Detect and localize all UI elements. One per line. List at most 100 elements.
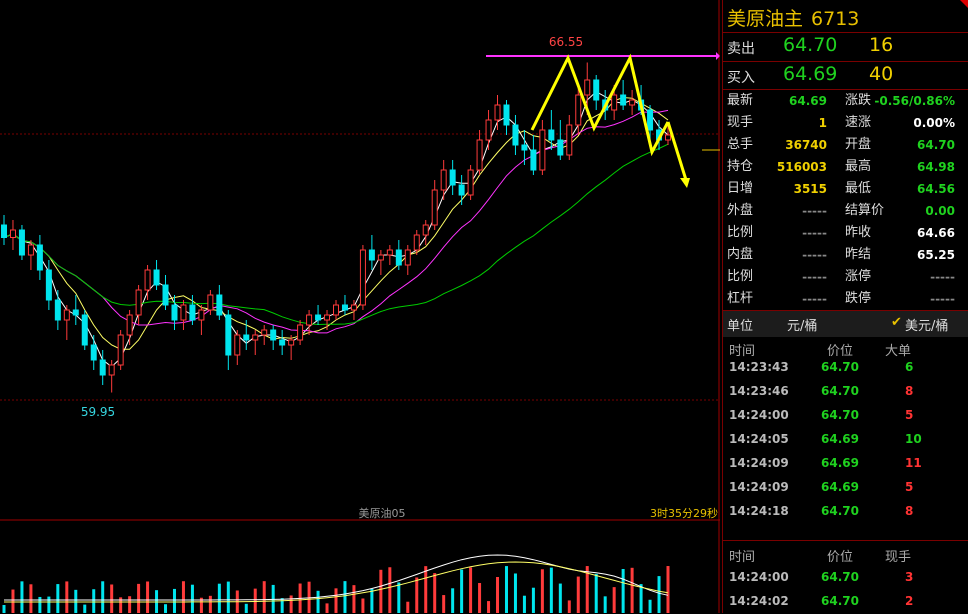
trade-row[interactable]: 14:24:05 64.69 10: [723, 428, 968, 452]
volume-bar: [101, 581, 105, 613]
candle-body: [629, 99, 636, 106]
trade-row[interactable]: 14:24:18 64.70 8: [723, 500, 968, 524]
candle-body: [422, 224, 429, 236]
candlestick-chart[interactable]: 66.55 59.95 美原油05 3时35分29秒: [0, 0, 720, 613]
ticks-header-price: 价位: [827, 550, 854, 565]
candle-body: [557, 139, 564, 156]
volume-bar: [226, 581, 230, 613]
candle-body: [1, 224, 7, 238]
volume-bar: [496, 576, 500, 613]
candle-body: [647, 109, 654, 131]
volume-bar: [639, 584, 643, 613]
volume-bar: [137, 583, 141, 613]
candle-body: [63, 309, 70, 321]
stat-label: 涨跌: [845, 93, 872, 108]
unit-bar[interactable]: 单位 元/桶 ✔ 美元/桶: [723, 311, 968, 337]
volume-bar: [478, 583, 482, 613]
volume-bar: [567, 600, 571, 613]
trade-row[interactable]: 14:24:00 64.70 3: [723, 566, 968, 590]
candle-body: [135, 289, 142, 316]
stat-value: 64.69: [789, 94, 827, 108]
trade-price: 64.70: [821, 408, 859, 422]
checkmark-icon[interactable]: ✔: [891, 315, 902, 330]
trade-row[interactable]: 14:23:43 64.70 6: [723, 356, 968, 380]
bid-volume: 40: [869, 63, 894, 85]
trade-size: 8: [905, 384, 914, 398]
trade-time: 14:24:00: [729, 570, 789, 584]
trade-time: 14:24:05: [729, 432, 789, 446]
unit-label: 单位: [727, 319, 754, 334]
stat-left-row: 杠杆 -----: [727, 288, 827, 310]
trade-time: 14:24:00: [729, 408, 789, 422]
trade-row[interactable]: 14:24:09 64.69 11: [723, 452, 968, 476]
candle-body: [575, 94, 582, 126]
stat-left-row: 现手 1: [727, 112, 827, 134]
volume-bar: [370, 588, 374, 613]
trade-row[interactable]: 14:24:09 64.69 5: [723, 476, 968, 500]
trade-time: 14:24:02: [729, 594, 789, 608]
stat-left-row: 比例 -----: [727, 266, 827, 288]
volume-bar: [172, 588, 176, 613]
volume-bar: [47, 596, 51, 613]
stat-value: 64.66: [917, 226, 955, 240]
candle-body: [458, 184, 465, 196]
stat-value: -----: [802, 292, 827, 306]
candle-body: [126, 314, 133, 336]
volume-bar: [20, 581, 24, 613]
trade-size: 11: [905, 456, 922, 470]
volume-bar: [190, 584, 194, 613]
stat-right-row: 跌停 -----: [845, 288, 955, 310]
trade-size: 3: [905, 570, 914, 584]
volume-bar: [146, 581, 150, 613]
volume-bar: [648, 599, 652, 613]
candle-body: [36, 244, 43, 271]
stat-left-row: 总手 36740: [727, 134, 827, 156]
volume-bar: [164, 604, 168, 613]
trade-row[interactable]: 14:24:02 64.70 2: [723, 590, 968, 614]
volume-bar: [433, 573, 437, 613]
quote-panel: 美原油主 6713 卖出 64.70 16 买入 64.69 40 最新 64.69…: [722, 0, 968, 613]
candle-body: [521, 144, 528, 151]
chart-canvas[interactable]: 66.55 59.95 美原油05 3时35分29秒: [0, 0, 720, 613]
stat-value: 64.56: [917, 182, 955, 196]
volume-bar: [522, 595, 526, 613]
trade-price: 64.69: [821, 480, 859, 494]
ask-label: 卖出: [727, 41, 755, 57]
candle-body: [306, 314, 313, 326]
ask-row[interactable]: 卖出 64.70 16: [723, 33, 968, 61]
candle-body: [180, 304, 187, 321]
unit-value[interactable]: 元/桶: [787, 315, 817, 334]
volume-bar: [630, 567, 634, 613]
stat-value: 64.98: [917, 160, 955, 174]
ticks-header-size: 现手: [885, 550, 912, 565]
stat-left-row: 比例 -----: [727, 222, 827, 244]
candle-body: [108, 364, 115, 376]
trade-price: 64.70: [821, 384, 859, 398]
volume-bar: [83, 604, 87, 613]
stat-value: -----: [802, 248, 827, 262]
stat-label: 最低: [845, 181, 872, 196]
stat-value: -----: [802, 226, 827, 240]
candle-body: [476, 139, 483, 171]
bid-row[interactable]: 买入 64.69 40: [723, 62, 968, 90]
trade-row[interactable]: 14:24:00 64.70 5: [723, 404, 968, 428]
stat-left-row: 持仓 516003: [727, 156, 827, 178]
trade-row[interactable]: 14:23:46 64.70 8: [723, 380, 968, 404]
bid-price: 64.69: [783, 63, 838, 85]
stat-label: 昨收: [845, 225, 872, 240]
candle-body: [27, 244, 34, 256]
stat-value: -----: [930, 292, 955, 306]
stat-label: 外盘: [727, 203, 754, 218]
trade-price: 64.70: [821, 504, 859, 518]
volume-bar: [181, 581, 185, 613]
volume-bar: [65, 581, 69, 613]
stat-label: 昨结: [845, 247, 872, 262]
candle-body: [297, 324, 304, 341]
volume-bar: [110, 584, 114, 613]
stat-right-row: 涨跌 -0.56/0.86%: [845, 90, 955, 112]
volume-bar: [406, 601, 410, 613]
trade-price: 64.70: [821, 594, 859, 608]
stat-label: 跌停: [845, 291, 872, 306]
unit-option[interactable]: 美元/桶: [905, 315, 948, 334]
trade-size: 6: [905, 360, 914, 374]
